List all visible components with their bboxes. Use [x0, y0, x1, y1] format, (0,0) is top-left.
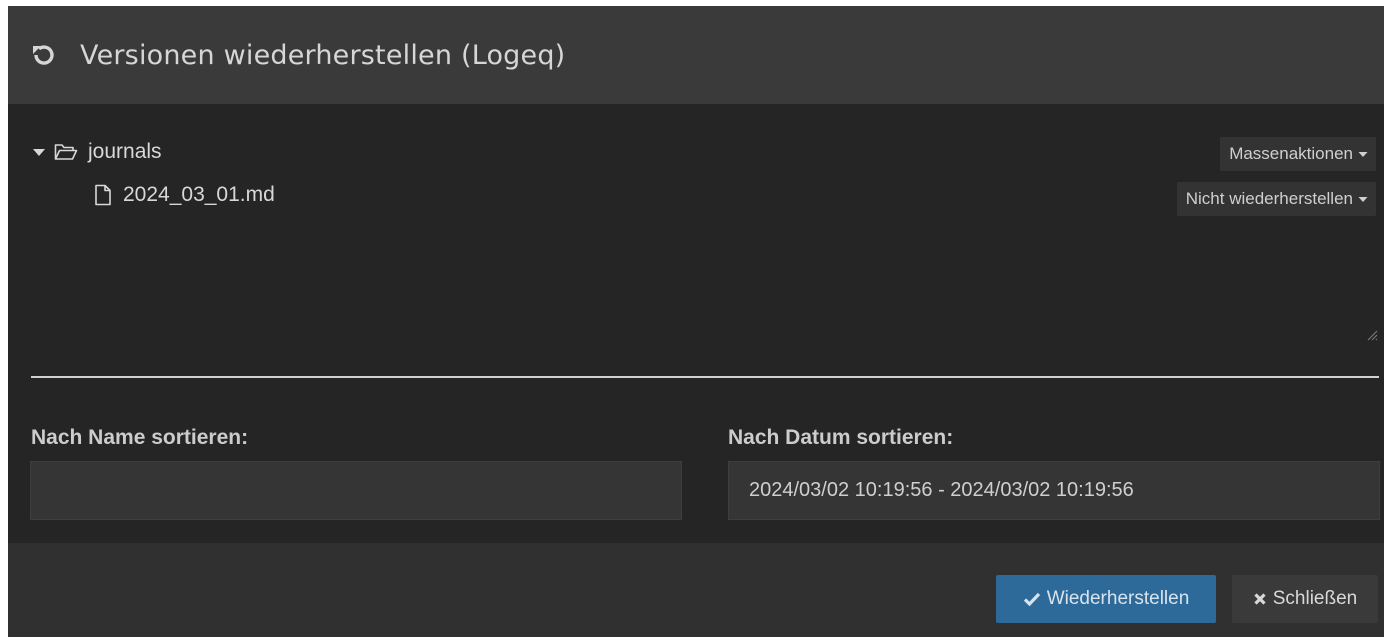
mass-actions-dropdown[interactable]: Massenaktionen — [1220, 137, 1376, 171]
folder-open-icon — [54, 142, 78, 162]
file-name: 2024_03_01.md — [123, 183, 275, 206]
restore-button[interactable]: Wiederherstellen — [996, 575, 1216, 623]
restore-mode-label: Nicht wiederherstellen — [1185, 189, 1353, 208]
resize-grip-icon[interactable] — [1366, 328, 1378, 346]
sort-by-date-label: Nach Datum sortieren: — [728, 426, 954, 449]
folder-name: journals — [88, 140, 162, 163]
close-button-label: Schließen — [1272, 588, 1358, 609]
file-icon — [93, 184, 113, 206]
sort-by-date-input[interactable] — [728, 461, 1380, 520]
check-icon — [1023, 591, 1041, 607]
tree-folder-journals[interactable]: journals — [32, 140, 162, 164]
close-button[interactable]: Schließen — [1232, 575, 1378, 623]
tree-file-item[interactable]: 2024_03_01.md — [93, 183, 275, 207]
restore-versions-dialog: Versionen wiederherstellen (Logeq) journ… — [8, 6, 1384, 637]
section-divider — [31, 376, 1379, 378]
restore-button-label: Wiederherstellen — [1046, 588, 1190, 609]
close-icon — [1253, 592, 1267, 606]
restore-mode-dropdown[interactable]: Nicht wiederherstellen — [1176, 182, 1376, 216]
dialog-title: Versionen wiederherstellen (Logeq) — [80, 39, 566, 71]
sort-by-name-input[interactable] — [30, 461, 682, 520]
undo-icon — [30, 42, 56, 68]
mass-actions-label: Massenaktionen — [1229, 144, 1353, 163]
caret-down-icon — [1358, 150, 1368, 158]
caret-down-icon — [1358, 195, 1368, 203]
sort-by-name-label: Nach Name sortieren: — [31, 426, 249, 449]
dialog-header: Versionen wiederherstellen (Logeq) — [8, 6, 1384, 104]
caret-down-icon[interactable] — [32, 147, 46, 157]
dialog-footer: Wiederherstellen Schließen — [8, 543, 1384, 637]
